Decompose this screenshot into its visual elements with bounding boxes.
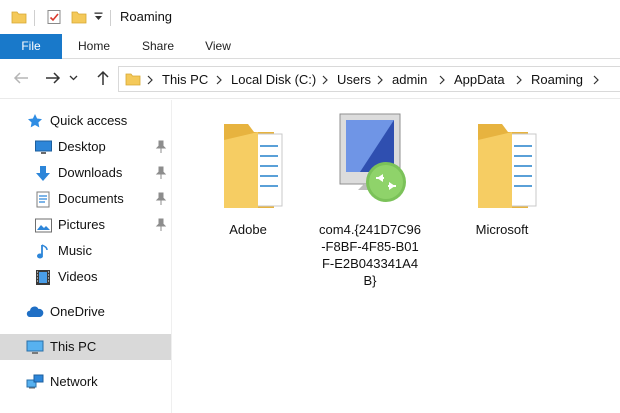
chevron-right-icon[interactable] xyxy=(320,73,330,87)
onedrive-cloud-icon xyxy=(26,303,44,321)
pin-icon[interactable] xyxy=(155,192,167,206)
forward-button[interactable] xyxy=(42,67,64,89)
file-list: Adobe com4.{241D7C96-F8BF-4F85-B01F-E2B0… xyxy=(172,100,620,413)
sidebar-item-pictures[interactable]: Pictures xyxy=(0,212,171,238)
breadcrumb-local-disk[interactable]: Local Disk (C:) xyxy=(231,72,316,87)
title-bar: Roaming xyxy=(0,0,620,34)
folder-icon[interactable] xyxy=(10,0,28,34)
folder-icon xyxy=(125,72,141,89)
tab-home[interactable]: Home xyxy=(66,34,122,59)
navigation-bar: This PC Local Disk (C:) Users admin AppD… xyxy=(0,59,620,99)
chevron-right-icon[interactable] xyxy=(214,73,224,87)
music-icon xyxy=(34,242,52,260)
sidebar-item-label: This PC xyxy=(50,339,97,354)
properties-icon[interactable] xyxy=(44,0,64,34)
chevron-right-icon[interactable] xyxy=(375,73,385,87)
ribbon-tabs: File Home Share View xyxy=(0,34,620,59)
sidebar-item-label: Pictures xyxy=(58,217,105,232)
sidebar-item-music[interactable]: Music xyxy=(0,238,171,264)
sidebar-item-label: OneDrive xyxy=(50,304,105,319)
desktop-icon xyxy=(34,138,52,156)
computer-icon xyxy=(26,338,44,356)
pin-icon[interactable] xyxy=(155,140,167,154)
downloads-icon xyxy=(34,164,52,182)
customize-toolbar-dropdown-icon[interactable] xyxy=(92,0,104,34)
sidebar-item-label: Downloads xyxy=(58,165,123,180)
sidebar-item-label: Documents xyxy=(58,191,124,206)
file-name: com4.{241D7C96-F8BF-4F85-B01F-E2B043341A… xyxy=(319,222,421,288)
network-icon xyxy=(26,373,44,391)
breadcrumb-this-pc[interactable]: This PC xyxy=(162,72,208,87)
star-icon xyxy=(26,112,44,130)
file-item-com4[interactable]: com4.{241D7C96-F8BF-4F85-B01F-E2B043341A… xyxy=(318,108,422,288)
folder-icon xyxy=(462,112,542,212)
back-button[interactable] xyxy=(10,67,32,89)
file-item-adobe[interactable]: Adobe xyxy=(196,108,300,278)
file-name: Microsoft xyxy=(475,222,529,237)
sidebar-item-onedrive[interactable]: OneDrive xyxy=(0,299,171,325)
address-bar[interactable]: This PC Local Disk (C:) Users admin AppD… xyxy=(118,66,620,92)
breadcrumb-users[interactable]: Users xyxy=(337,72,371,87)
chevron-right-icon[interactable] xyxy=(514,73,524,87)
sidebar-item-quick-access[interactable]: Quick access xyxy=(0,108,171,134)
file-name: Adobe xyxy=(229,222,267,237)
sidebar-item-downloads[interactable]: Downloads xyxy=(0,160,171,186)
pin-icon[interactable] xyxy=(155,166,167,180)
new-folder-icon[interactable] xyxy=(70,0,88,34)
sidebar-item-label: Videos xyxy=(58,269,98,284)
sidebar-item-label: Desktop xyxy=(58,139,106,154)
up-button[interactable] xyxy=(92,67,114,89)
sidebar-item-desktop[interactable]: Desktop xyxy=(0,134,171,160)
breadcrumb-roaming[interactable]: Roaming xyxy=(531,72,583,87)
recent-locations-icon[interactable] xyxy=(66,67,80,89)
tab-view[interactable]: View xyxy=(192,34,244,59)
sidebar-item-videos[interactable]: Videos xyxy=(0,264,171,290)
chevron-right-icon[interactable] xyxy=(437,73,447,87)
remote-desktop-icon xyxy=(330,112,410,212)
navigation-pane: Quick access Desktop Downloads Documents… xyxy=(0,100,172,413)
pictures-icon xyxy=(34,216,52,234)
breadcrumb-appdata[interactable]: AppData xyxy=(454,72,505,87)
window-title: Roaming xyxy=(120,9,173,24)
breadcrumb-admin[interactable]: admin xyxy=(392,72,427,87)
sidebar-item-network[interactable]: Network xyxy=(0,369,171,395)
chevron-right-icon[interactable] xyxy=(591,73,601,87)
tab-file[interactable]: File xyxy=(0,34,62,59)
sidebar-item-label: Quick access xyxy=(50,113,128,128)
sidebar-item-label: Network xyxy=(50,374,98,389)
sidebar-item-documents[interactable]: Documents xyxy=(0,186,171,212)
sidebar-item-this-pc[interactable]: This PC xyxy=(0,334,171,360)
folder-icon xyxy=(208,112,288,212)
documents-icon xyxy=(34,190,52,208)
sidebar-item-label: Music xyxy=(58,243,92,258)
tab-share[interactable]: Share xyxy=(130,34,186,59)
chevron-right-icon[interactable] xyxy=(145,73,155,87)
videos-icon xyxy=(34,268,52,286)
file-item-microsoft[interactable]: Microsoft xyxy=(450,108,554,278)
pin-icon[interactable] xyxy=(155,218,167,232)
